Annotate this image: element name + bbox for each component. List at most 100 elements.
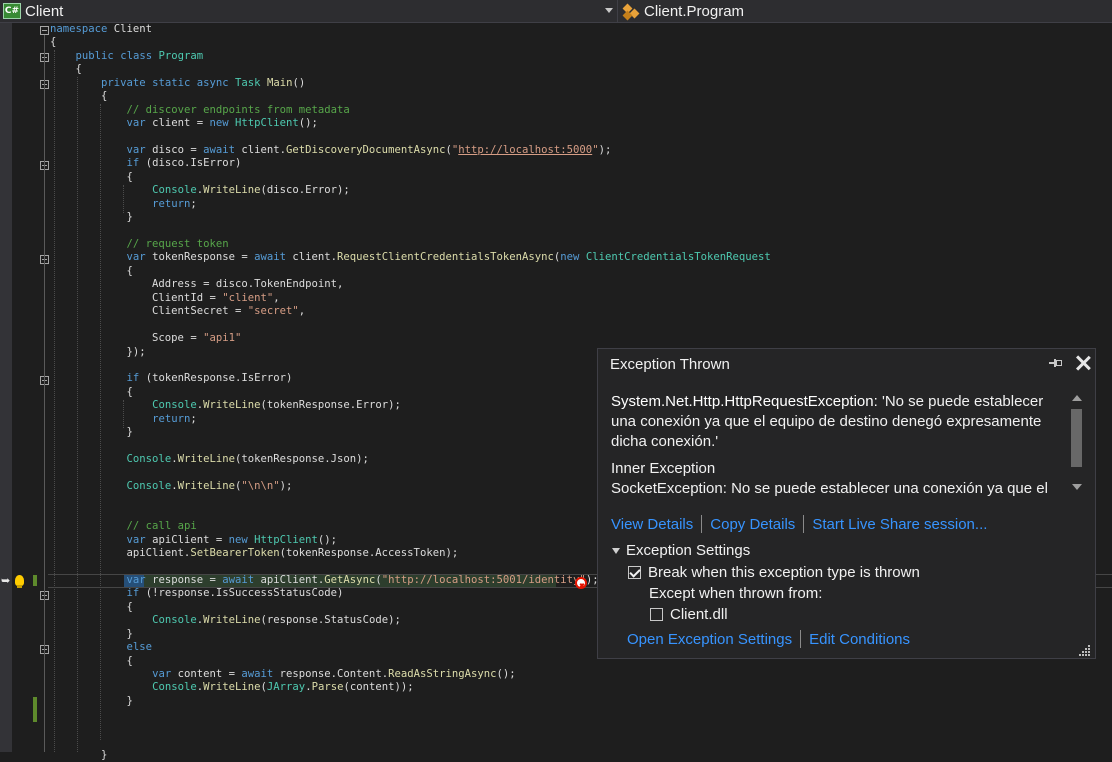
- selection-margin[interactable]: [0, 23, 12, 752]
- lightbulb-icon[interactable]: [15, 575, 24, 588]
- code-token: await: [241, 668, 274, 680]
- code-line[interactable]: public class Program: [50, 50, 771, 63]
- break-checkbox[interactable]: [628, 566, 641, 579]
- code-line[interactable]: namespace Client: [50, 23, 771, 36]
- code-token: "secret": [247, 305, 299, 318]
- code-line[interactable]: }: [50, 749, 771, 762]
- exception-message: System.Net.Http.HttpRequestException: 'N…: [611, 392, 1061, 452]
- code-line[interactable]: var disco = await client.GetDiscoveryDoc…: [50, 144, 771, 157]
- code-line[interactable]: // discover endpoints from metadata: [50, 104, 771, 117]
- fold-toggle[interactable]: [40, 26, 49, 35]
- code-token: {: [50, 654, 133, 667]
- code-line[interactable]: return;: [50, 198, 771, 211]
- code-token: Parse: [311, 681, 344, 694]
- code-token: var: [126, 117, 146, 130]
- code-token: Console: [152, 614, 197, 627]
- scroll-thumb[interactable]: [1071, 409, 1082, 467]
- code-line[interactable]: [50, 722, 771, 735]
- code-line[interactable]: [50, 319, 771, 332]
- project-dropdown[interactable]: C# Client: [0, 0, 618, 22]
- project-name: Client: [25, 2, 64, 20]
- copy-details-link[interactable]: Copy Details: [710, 516, 795, 533]
- code-line[interactable]: private static async Task Main(): [50, 77, 771, 90]
- error-icon[interactable]: [575, 577, 587, 589]
- code-line[interactable]: var content = await response.Content.Rea…: [50, 668, 771, 681]
- code-line[interactable]: [50, 225, 771, 238]
- code-token: ,: [298, 305, 306, 318]
- code-line[interactable]: var client = new HttpClient();: [50, 117, 771, 130]
- code-line[interactable]: [50, 708, 771, 721]
- code-line[interactable]: [50, 131, 771, 144]
- member-dropdown[interactable]: Client.Program: [622, 0, 744, 22]
- module-checkbox[interactable]: [650, 608, 663, 621]
- collapse-triangle-icon[interactable]: [612, 547, 620, 554]
- code-token: WriteLine: [203, 681, 261, 694]
- code-line[interactable]: {: [50, 265, 771, 278]
- code-token: (tokenResponse.Json);: [235, 453, 369, 465]
- break-checkbox-row[interactable]: Break when this exception type is thrown: [628, 564, 920, 581]
- code-line[interactable]: ClientId = "client",: [50, 292, 771, 305]
- instruction-pointer-icon[interactable]: ➥: [1, 574, 10, 587]
- code-line[interactable]: {: [50, 171, 771, 184]
- code-token: HttpClient: [235, 117, 299, 130]
- code-line[interactable]: [50, 735, 771, 748]
- resize-grip-icon[interactable]: [1079, 645, 1090, 656]
- exception-settings-label: Exception Settings: [626, 542, 751, 559]
- code-line[interactable]: }: [50, 695, 771, 708]
- close-icon[interactable]: [1073, 353, 1093, 373]
- code-token: apiClient.: [254, 573, 325, 586]
- code-token: {: [50, 600, 133, 613]
- scroll-down-icon[interactable]: [1072, 484, 1082, 490]
- change-bar: [33, 575, 37, 586]
- message-scrollbar[interactable]: [1068, 391, 1086, 497]
- divider: [800, 630, 802, 648]
- scroll-up-icon[interactable]: [1072, 395, 1082, 401]
- code-token: SetBearerToken: [190, 547, 280, 560]
- code-line[interactable]: {: [50, 63, 771, 76]
- code-line[interactable]: {: [50, 90, 771, 103]
- pin-icon[interactable]: [1049, 358, 1063, 368]
- code-token: ClientId =: [50, 291, 223, 304]
- code-token: Console: [126, 479, 172, 492]
- code-line[interactable]: {: [50, 36, 771, 49]
- code-token: return: [152, 197, 191, 210]
- code-line[interactable]: // request token: [50, 238, 771, 251]
- code-line[interactable]: var tokenResponse = await client.Request…: [50, 251, 771, 264]
- code-token: Console: [152, 399, 197, 412]
- edit-conditions-link[interactable]: Edit Conditions: [809, 631, 910, 648]
- code-line[interactable]: Console.WriteLine(disco.Error);: [50, 184, 771, 197]
- code-line[interactable]: Address = disco.TokenEndpoint,: [50, 278, 771, 291]
- code-token: RequestClientCredentialsTokenAsync: [337, 251, 554, 264]
- code-line[interactable]: ClientSecret = "secret",: [50, 305, 771, 318]
- code-line[interactable]: if (disco.IsError): [50, 157, 771, 170]
- code-token: apiClient =: [145, 533, 229, 546]
- view-details-link[interactable]: View Details: [611, 516, 693, 533]
- code-token: response =: [145, 573, 223, 586]
- inner-exception-title: Inner Exception: [611, 460, 716, 477]
- code-line[interactable]: Console.WriteLine(JArray.Parse(content))…: [50, 681, 771, 694]
- code-token: new: [228, 533, 248, 546]
- code-line[interactable]: Scope = "api1": [50, 332, 771, 345]
- exception-settings-header[interactable]: Exception Settings: [612, 542, 750, 559]
- code-token: if: [126, 372, 140, 385]
- navigation-bar: C# Client Client.Program: [0, 0, 1112, 23]
- code-token: await: [222, 573, 255, 586]
- module-checkbox-row[interactable]: Client.dll: [650, 606, 728, 623]
- except-from-label: Except when thrown from:: [649, 585, 823, 602]
- code-token: client.: [286, 251, 338, 264]
- live-share-link[interactable]: Start Live Share session...: [812, 516, 987, 533]
- open-exception-settings-link[interactable]: Open Exception Settings: [627, 631, 792, 648]
- code-token: {: [50, 63, 82, 76]
- code-token: if: [126, 157, 140, 170]
- code-line[interactable]: }: [50, 211, 771, 224]
- code-token: http://localhost:5000: [458, 143, 593, 156]
- code-token: (tokenResponse.Error);: [260, 399, 401, 412]
